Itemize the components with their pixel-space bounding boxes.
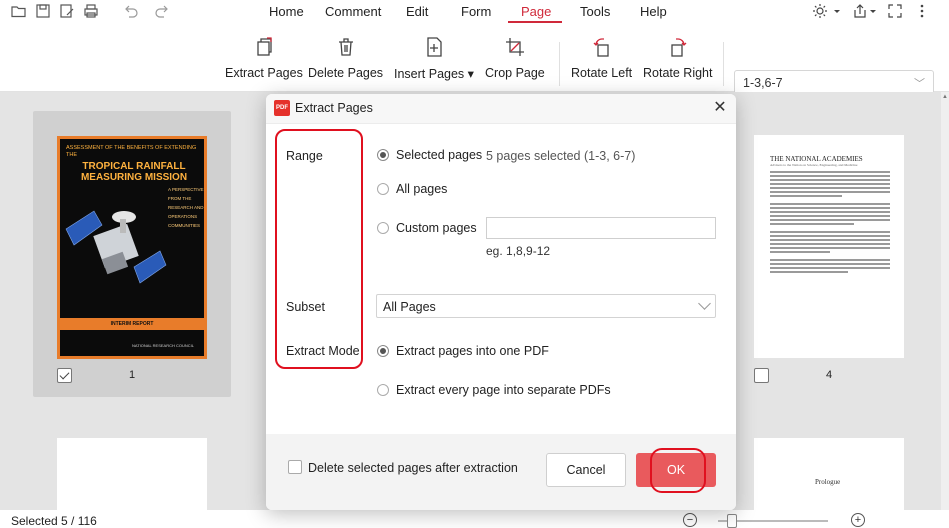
- all-pages-radio[interactable]: [377, 183, 389, 195]
- menu-tools[interactable]: Tools: [580, 4, 610, 19]
- dialog-titlebar: PDF Extract Pages ✕: [266, 94, 736, 124]
- extract-separate-label[interactable]: Extract every page into separate PDFs: [396, 383, 611, 397]
- extract-one-pdf-label[interactable]: Extract pages into one PDF: [396, 344, 549, 358]
- more-options-icon[interactable]: [913, 2, 931, 20]
- edit-save-icon[interactable]: [58, 2, 76, 20]
- custom-pages-input[interactable]: [486, 217, 716, 239]
- menu-page[interactable]: Page: [521, 4, 551, 19]
- custom-pages-radio[interactable]: [377, 222, 389, 234]
- chevron-down-icon: ﹀: [914, 78, 925, 90]
- page-8-prologue: Prologue: [815, 478, 841, 486]
- app-logo-icon: PDF: [274, 100, 290, 116]
- rotate-right-label: Rotate Right: [643, 66, 713, 80]
- custom-pages-hint: eg. 1,8,9-12: [486, 244, 551, 258]
- cover-side-text: A PERSPECTIVE FROM THE RESEARCH AND OPER…: [168, 187, 204, 228]
- insert-page-icon: [421, 34, 447, 60]
- zoom-slider-handle[interactable]: [727, 514, 737, 528]
- dialog-title: Extract Pages: [295, 101, 373, 115]
- share-icon[interactable]: [851, 2, 869, 20]
- cover-title: TROPICAL RAINFALL MEASURING MISSION: [80, 161, 188, 183]
- delete-after-extraction-checkbox[interactable]: [288, 460, 302, 474]
- extract-pages-label: Extract Pages: [225, 66, 303, 80]
- zoom-out-icon[interactable]: −: [683, 513, 697, 527]
- extract-separate-radio[interactable]: [377, 384, 389, 396]
- page-1-number: 1: [129, 369, 136, 381]
- redo-icon[interactable]: [153, 2, 171, 20]
- labels-highlight-annotation: [275, 129, 363, 369]
- delete-pages-button[interactable]: Delete Pages: [308, 34, 383, 80]
- selected-pages-radio[interactable]: [377, 149, 389, 161]
- page-4-heading: THE NATIONAL ACADEMIES: [770, 155, 863, 163]
- page-thumbnail-4[interactable]: THE NATIONAL ACADEMIES Advisers to the N…: [754, 135, 904, 358]
- zoom-in-icon[interactable]: +: [851, 513, 865, 527]
- crop-icon: [502, 34, 528, 60]
- selected-pages-label[interactable]: Selected pages: [396, 148, 482, 162]
- theme-sun-icon[interactable]: [811, 2, 829, 20]
- custom-pages-label[interactable]: Custom pages: [396, 221, 477, 235]
- extract-pages-icon: [251, 34, 277, 60]
- rotate-right-icon: [665, 34, 691, 60]
- vertical-scrollbar[interactable]: [941, 92, 949, 510]
- scroll-up-icon[interactable]: ▲: [942, 94, 948, 100]
- satellite-image: [65, 210, 167, 284]
- page-4-checkbox[interactable]: [754, 368, 769, 383]
- save-icon[interactable]: [34, 2, 52, 20]
- rotate-left-icon: [589, 34, 615, 60]
- delete-after-extraction-label[interactable]: Delete selected pages after extraction: [308, 461, 518, 475]
- page-thumbnail-8[interactable]: [754, 438, 904, 510]
- menu-home[interactable]: Home: [269, 4, 304, 19]
- active-tab-indicator: [508, 21, 562, 23]
- menu-edit[interactable]: Edit: [406, 4, 428, 19]
- crop-page-button[interactable]: Crop Page: [485, 34, 545, 80]
- page-range-value: 1-3,6-7: [743, 76, 783, 90]
- subset-select[interactable]: All Pages: [376, 294, 716, 318]
- extract-one-pdf-radio[interactable]: [377, 345, 389, 357]
- page-4-subheading: Advisers to the Nation on Science, Engin…: [770, 163, 858, 167]
- print-icon[interactable]: [82, 2, 100, 20]
- open-folder-icon[interactable]: [10, 2, 28, 20]
- rotate-right-button[interactable]: Rotate Right: [643, 34, 712, 80]
- cover-band: INTERIM REPORT: [60, 318, 204, 330]
- page-1-checkbox[interactable]: [57, 368, 72, 383]
- rotate-left-label: Rotate Left: [571, 66, 633, 80]
- subset-value: All Pages: [383, 300, 436, 314]
- theme-dropdown-icon[interactable]: [832, 2, 842, 20]
- delete-pages-label: Delete Pages: [308, 66, 384, 80]
- undo-icon[interactable]: [122, 2, 140, 20]
- ribbon-divider: [723, 42, 724, 86]
- extract-pages-dialog: PDF Extract Pages ✕ Range Selected pages…: [266, 94, 736, 510]
- close-icon[interactable]: ✕: [712, 100, 728, 116]
- page-toolbar: Extract Pages Delete Pages Insert Pages …: [0, 24, 949, 96]
- ribbon-divider: [559, 42, 560, 86]
- insert-pages-label: Insert Pages ▾: [394, 67, 474, 81]
- page-thumbnail-5[interactable]: [57, 438, 207, 510]
- selection-status: Selected 5 / 116: [11, 514, 97, 528]
- menu-form[interactable]: Form: [461, 4, 491, 19]
- crop-page-label: Crop Page: [485, 66, 545, 80]
- cover-subtitle: Assessment of the Benefits of Extending …: [66, 145, 197, 158]
- share-dropdown-icon[interactable]: [868, 2, 878, 20]
- extract-pages-button[interactable]: Extract Pages: [225, 34, 303, 80]
- menu-bar: Home Comment Edit Form Page Tools Help: [0, 0, 949, 24]
- trash-icon: [333, 34, 359, 60]
- menu-comment[interactable]: Comment: [325, 4, 381, 19]
- insert-pages-button[interactable]: Insert Pages ▾: [394, 34, 474, 81]
- fullscreen-icon[interactable]: [886, 2, 904, 20]
- ok-highlight-annotation: [650, 448, 706, 493]
- cancel-button[interactable]: Cancel: [546, 453, 626, 487]
- menu-help[interactable]: Help: [640, 4, 667, 19]
- rotate-left-button[interactable]: Rotate Left: [571, 34, 632, 80]
- all-pages-label[interactable]: All pages: [396, 182, 447, 196]
- page-thumbnail-1[interactable]: Assessment of the Benefits of Extending …: [57, 136, 207, 359]
- status-bar: Selected 5 / 116 − +: [0, 510, 949, 528]
- page-4-number: 4: [826, 369, 833, 381]
- selected-pages-info: 5 pages selected (1-3, 6-7): [486, 149, 636, 163]
- chevron-down-icon: [698, 297, 711, 310]
- cover-footer: NATIONAL RESEARCH COUNCIL: [131, 343, 194, 348]
